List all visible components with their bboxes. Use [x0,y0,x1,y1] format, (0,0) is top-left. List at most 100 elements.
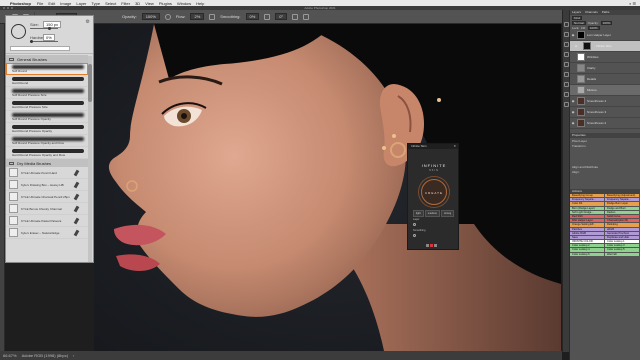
visibility-eye-icon[interactable]: ◉ [570,110,576,114]
layer-row[interactable]: Mixture [570,85,640,96]
blend-mode-select[interactable]: Normal [572,20,586,25]
brush-item[interactable]: Soft Round Pressure Opacity [6,111,88,123]
layer-name: Smoothness 4 [587,99,607,103]
brush-item[interactable]: Kyle's Eraser – Natural Edge [6,227,88,239]
visibility-eye-icon[interactable]: ◉ [570,99,576,103]
menu-select[interactable]: Select [105,1,116,6]
action-button[interactable]: Color Lookup 6 [570,252,605,257]
airbrush-icon[interactable] [209,13,216,20]
brush-list-scrollbar[interactable] [88,56,92,262]
brush-preset-picker: ⚙ Size: 150 px Hardness: 0% General Brus… [5,15,94,263]
brush-item[interactable]: Hard Round Pressure Size [6,99,88,111]
visibility-eye-icon[interactable]: ◉ [570,121,576,125]
brush-item[interactable]: KYLE Bonus Chunky Charcoal [6,203,88,215]
brush-item[interactable]: KYLE Ultimate Pencil Hard [6,167,88,179]
info-icon[interactable] [434,244,437,247]
brush-name: Kyle's Eraser – Natural Edge [21,230,60,235]
menu-image[interactable]: Image [60,1,71,6]
layer-row[interactable]: ◉ Smoothness 4 [570,96,640,107]
brush-group-general[interactable]: General Brushes [6,55,88,63]
layer-row[interactable]: Details [570,74,640,85]
smoothing-field[interactable]: 0% [245,13,260,20]
brush-name: Hard Round [12,81,29,85]
layer-group-row[interactable]: ◉ Infinite Skin [570,41,640,52]
layer-option-radio[interactable] [413,223,416,226]
scrollbar-thumb[interactable] [88,64,92,102]
tab-light[interactable]: light [413,210,424,217]
layer-row[interactable]: Wrinkles [570,52,640,63]
brush-item[interactable]: Hard Round Pressure Opacity [6,123,88,135]
layer-kind-filter[interactable]: Kind [572,15,583,20]
create-label: CREATE [425,191,443,195]
menu-help[interactable]: Help [196,1,204,6]
window-controls[interactable] [3,7,13,9]
layer-name: Lum Helper Layer [587,33,611,37]
document-canvas[interactable] [94,24,561,351]
menu-view[interactable]: View [145,1,154,6]
zoom-level[interactable]: 66.67% [3,353,17,358]
settings-icon[interactable] [426,244,429,247]
menu-file[interactable]: File [37,1,43,6]
layer-option-label: Layer [413,218,420,221]
panel-title-bar[interactable]: Infinite Skin ✕ [408,144,458,149]
brush-item[interactable]: Kyle's Drawing Box – Heavy HB [6,179,88,191]
menu-filter[interactable]: Filter [121,1,130,6]
brush-item[interactable]: Soft Round Pressure Opacity and Flow [6,135,88,147]
layer-name: Smoothness 2 [587,121,607,125]
create-button[interactable]: CREATE [421,179,447,205]
size-field[interactable]: 150 px [43,21,62,28]
brush-item[interactable]: KYLE Ultimate Pastel Palooza [6,215,88,227]
status-arrow[interactable]: › [73,353,74,358]
tab-paths[interactable]: Paths [602,10,610,15]
brush-name: Soft Round Pressure Opacity and Flow [12,141,64,145]
menu-layer[interactable]: Layer [76,1,86,6]
brush-item[interactable]: Hard Round Pressure Opacity and Flow [6,147,88,159]
layer-row[interactable]: ◉ Smoothness 3 [570,107,640,118]
brush-item[interactable]: Hard Round [6,75,88,87]
menu-type[interactable]: Type [91,1,100,6]
brush-item[interactable]: Soft Round [6,63,88,75]
brush-search-input[interactable] [10,46,70,51]
angle-field[interactable]: 0° [275,13,288,20]
symmetry-icon[interactable] [303,13,310,20]
layer-thumbnail [577,86,585,94]
menu-3d[interactable]: 3D [135,1,140,6]
close-icon[interactable]: ✕ [453,144,456,149]
brush-group-dry-media[interactable]: Dry Media Brushes [6,159,88,167]
smoothing-option-label: Smoothing [413,229,426,232]
pressure-size-icon[interactable] [292,13,299,20]
app-menu[interactable]: Photoshop [10,1,31,6]
smoothing-settings-icon[interactable] [264,13,271,20]
menu-plugins[interactable]: Plugins [159,1,172,6]
tab-channels[interactable]: Channels [585,10,598,15]
flow-field[interactable]: 2% [190,13,205,20]
brush-item[interactable]: KYLE Ultimate Charcoal Pencil 25px [6,191,88,203]
size-slider[interactable] [30,27,58,30]
hardness-slider[interactable] [30,40,58,43]
layer-row[interactable]: ◉ Smoothness 2 [570,118,640,129]
tab-strong[interactable]: strong [441,210,455,217]
fill-field[interactable]: 100% [587,25,600,30]
menu-window[interactable]: Window [177,1,191,6]
opacity-field[interactable]: 100% [141,13,160,20]
menu-edit[interactable]: Edit [48,1,55,6]
action-button[interactable]: Warcraft [605,252,640,257]
size-slider-knob[interactable] [48,27,51,30]
gear-icon[interactable]: ⚙ [86,19,90,25]
visibility-eye-icon[interactable]: ◉ [573,44,579,48]
brush-item[interactable]: Soft Round Pressure Size [6,87,88,99]
menubar-status-icons[interactable]: ⌕ ☰ [629,1,636,6]
smoothing-option-radio[interactable] [413,234,416,237]
hardness-field[interactable]: 0% [43,34,55,41]
visibility-eye-icon[interactable]: ◉ [570,33,576,37]
hardness-slider-knob[interactable] [30,40,33,43]
layer-row[interactable]: ◉ Lum Helper Layer [570,30,640,41]
tab-layers[interactable]: Layers [572,10,581,15]
brush-name: Hard Round Pressure Opacity and Flow [12,153,66,157]
record-icon[interactable] [430,244,433,247]
pressure-opacity-icon[interactable] [164,13,171,20]
layer-row[interactable]: Clarity [570,63,640,74]
fill-label: Fill: [581,25,586,30]
layer-opacity-field[interactable]: 100% [600,20,613,25]
tab-medium[interactable]: medium [424,210,440,217]
